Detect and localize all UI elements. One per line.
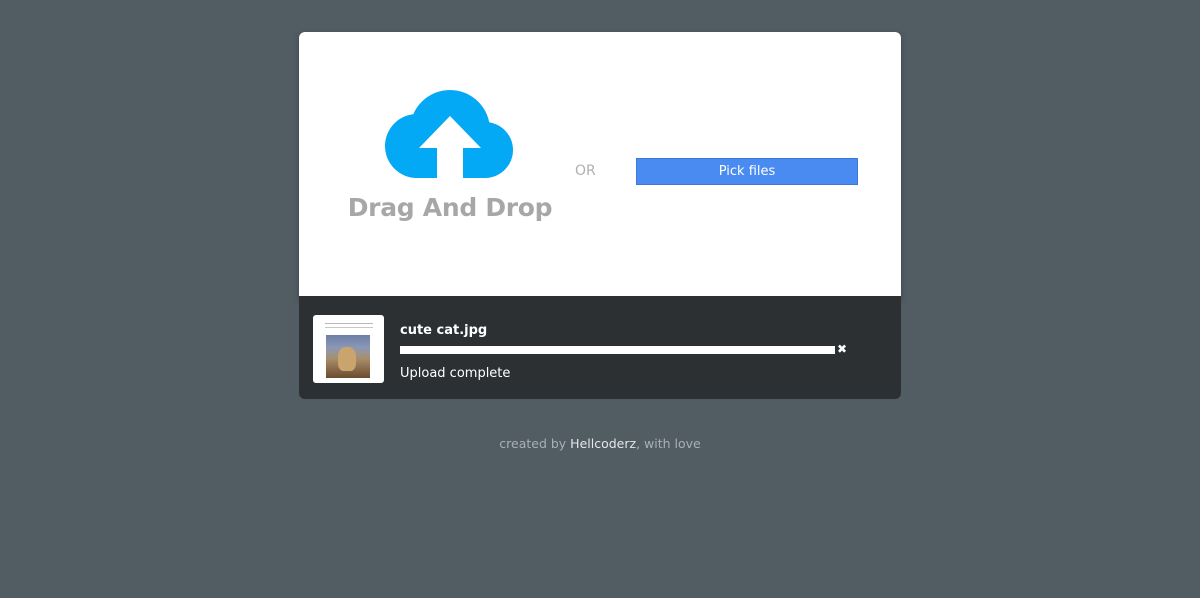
- or-separator: OR: [575, 163, 596, 179]
- pick-files-button[interactable]: Pick files: [636, 158, 858, 185]
- drop-zone[interactable]: Drag And Drop: [325, 90, 575, 230]
- upload-status: Upload complete: [400, 366, 511, 381]
- file-name: cute cat.jpg: [400, 323, 488, 338]
- close-icon[interactable]: ✖: [835, 342, 849, 356]
- thumbnail-photo: [326, 335, 370, 378]
- drag-and-drop-label: Drag And Drop: [347, 193, 553, 222]
- footer-credit: created by Hellcoderz, with love: [0, 436, 1200, 451]
- upload-list: cute cat.jpg ✖ Upload complete: [299, 296, 901, 399]
- upload-card: Drag And Drop OR Pick files: [299, 32, 901, 301]
- footer-suffix: , with love: [636, 436, 701, 451]
- thumbnail-caption-lines: [325, 323, 373, 328]
- author-link[interactable]: Hellcoderz: [570, 436, 636, 451]
- file-thumbnail: [313, 315, 384, 383]
- thumbnail-cat: [338, 347, 356, 371]
- footer-prefix: created by: [499, 436, 567, 451]
- upload-progress-bar: [400, 346, 835, 354]
- upload-progress-fill: [400, 346, 835, 354]
- cloud-upload-icon: [385, 90, 513, 178]
